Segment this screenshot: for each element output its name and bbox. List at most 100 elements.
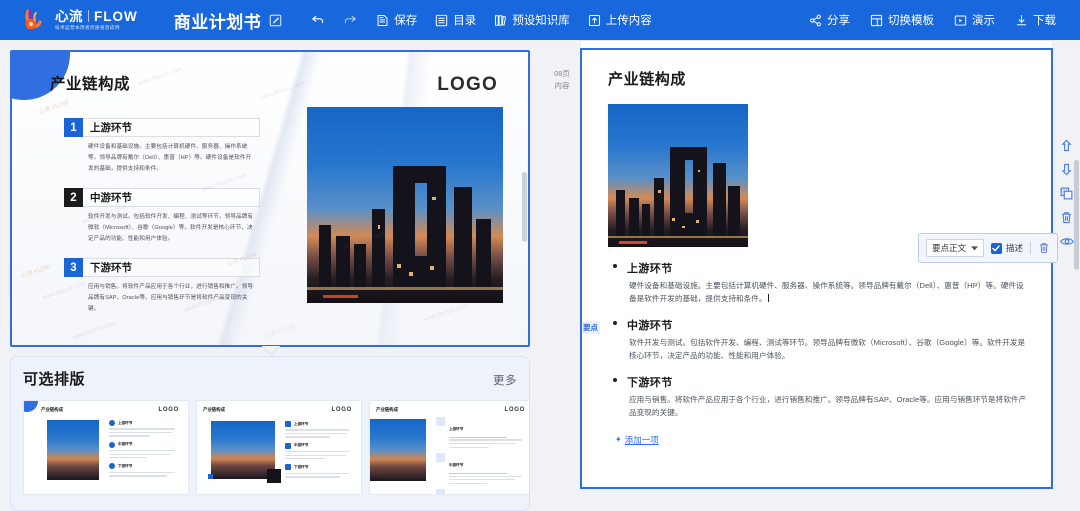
editor-scrollbar[interactable] xyxy=(1074,160,1079,270)
segment-number: 1 xyxy=(64,118,83,137)
slide-segment-3: 3 下游环节 应用与销售。将软件产品应用于各个行业，进行销售和推广。领导品牌有S… xyxy=(64,258,260,315)
move-down-icon[interactable] xyxy=(1059,162,1074,177)
redo-button[interactable] xyxy=(335,10,366,31)
point-heading[interactable]: 中游环节 xyxy=(627,317,1027,333)
thumb-row-heading: 下游环节 xyxy=(294,464,309,469)
preview-eye-icon[interactable] xyxy=(1059,234,1074,249)
page-number: 08页 xyxy=(554,69,570,78)
duplicate-icon[interactable] xyxy=(1059,186,1074,201)
present-button[interactable]: 演示 xyxy=(946,8,1003,32)
thumb-row: 上游环节 xyxy=(436,417,522,449)
thumb-bullet-icon xyxy=(436,489,445,494)
brand-name-cn: 心流 xyxy=(55,8,83,24)
toc-label: 目录 xyxy=(453,15,477,27)
toolbar-divider xyxy=(1030,242,1031,254)
segment-number: 3 xyxy=(64,258,83,277)
paragraph-style-value: 要点正文 xyxy=(931,243,966,253)
paragraph-style-select[interactable]: 要点正文 xyxy=(925,239,984,257)
thumb-image-accent xyxy=(267,469,281,483)
slide-segment-2: 2 中游环节 软件开发与测试。包括软件开发、编程、测试等环节。领导品牌有微软（M… xyxy=(64,188,260,245)
point-heading[interactable]: 下游环节 xyxy=(627,374,1027,390)
editor-slide-image[interactable] xyxy=(608,104,748,247)
segment-header: 2 中游环节 xyxy=(64,188,260,207)
thumb-logo: LOGO xyxy=(504,407,525,413)
thumb-title: 产业链构成 xyxy=(203,407,225,412)
outline-editor-column: 08页 内容 09页 产业链构成 xyxy=(540,40,1080,511)
outline-point-2[interactable]: 要点 中游环节 软件开发与测试。包括软件开发、编程、测试等环节。领导品牌有微软（… xyxy=(582,317,1027,362)
optional-layouts-panel: 可选排版 更多 产业链构成 LOGO 上游环节 中游环节 下游环节 产业链构成 … xyxy=(10,356,530,511)
slide-scrollbar[interactable] xyxy=(522,172,527,242)
slide-title: 产业链构成 xyxy=(50,76,131,93)
share-label: 分享 xyxy=(827,15,850,27)
thumb-row: 下游环节 xyxy=(436,489,522,494)
add-item-label: 添加一项 xyxy=(624,435,659,446)
document-title[interactable]: 商业计划书 xyxy=(174,8,262,33)
upload-content-label: 上传内容 xyxy=(605,15,652,27)
thumb-bullet-icon xyxy=(285,442,291,449)
switch-template-button[interactable]: 切换模板 xyxy=(862,8,942,32)
format-toolbar[interactable]: 要点正文 描述 xyxy=(917,233,1058,263)
outline-point-3[interactable]: 下游环节 应用与销售。将软件产品应用于各个行业，进行销售和推广。领导品牌有SAP… xyxy=(608,374,1027,419)
point-description[interactable]: 硬件设备和基础设施。主要包括计算机硬件、服务器、操作系统等。领导品牌有戴尔（De… xyxy=(627,279,1027,305)
save-label: 保存 xyxy=(394,15,418,27)
bullet-dot-icon xyxy=(613,264,617,268)
point-description[interactable]: 应用与销售。将软件产品应用于各个行业，进行销售和推广。领导品牌有SAP、Orac… xyxy=(627,393,1027,419)
share-button[interactable]: 分享 xyxy=(801,8,858,32)
thumb-bullet-icon xyxy=(109,441,115,448)
thumb-corner-circle xyxy=(24,401,38,412)
download-button[interactable]: 下载 xyxy=(1007,8,1064,32)
description-label: 描述 xyxy=(1005,243,1023,253)
text-cursor xyxy=(767,294,769,303)
layout-thumbnail-1[interactable]: 产业链构成 LOGO 上游环节 中游环节 下游环节 xyxy=(23,400,189,495)
thumb-row-heading: 中游环节 xyxy=(118,442,133,447)
redo-arrow-icon xyxy=(343,14,358,27)
thumb-logo: LOGO xyxy=(331,407,352,413)
segment-number: 2 xyxy=(64,188,83,207)
point-description[interactable]: 软件开发与测试。包括软件开发、编程、测试等环节。领导品牌有微软（Microsof… xyxy=(627,336,1027,362)
books-icon xyxy=(494,14,507,27)
description-checkbox[interactable]: 描述 xyxy=(990,242,1023,254)
template-switch-icon xyxy=(870,14,883,27)
knowledge-base-button[interactable]: 预设知识库 xyxy=(486,8,578,32)
list-outline-icon xyxy=(435,14,448,27)
chevron-down-icon xyxy=(970,243,978,253)
slide-logo-placeholder: LOGO xyxy=(437,74,498,95)
undo-arrow-icon xyxy=(310,14,325,27)
layouts-more-link[interactable]: 更多 xyxy=(493,372,517,388)
thumb-image xyxy=(211,421,275,479)
segment-header: 3 下游环节 xyxy=(64,258,260,277)
segment-label: 上游环节 xyxy=(83,118,260,137)
upload-content-button[interactable]: 上传内容 xyxy=(580,8,660,32)
slide-outline-editor[interactable]: 产业链构成 上游环节 硬件设备和基础设施。主要包括计算机硬件、服务器、操作系统等… xyxy=(580,48,1053,489)
thumb-bullet-icon xyxy=(285,464,291,471)
toc-button[interactable]: 目录 xyxy=(427,8,484,32)
thumb-square-accent xyxy=(208,474,213,479)
move-up-icon[interactable] xyxy=(1059,138,1074,153)
plus-icon: ✦ xyxy=(615,435,622,445)
outline-point-1[interactable]: 上游环节 硬件设备和基础设施。主要包括计算机硬件、服务器、操作系统等。领导品牌有… xyxy=(608,260,1027,305)
thumb-row: 下游环节 xyxy=(109,463,175,477)
panel-connector-caret xyxy=(261,343,281,356)
edit-pencil-icon[interactable] xyxy=(269,14,282,27)
segment-label: 中游环节 xyxy=(83,188,260,207)
upload-box-icon xyxy=(588,14,601,27)
trash-icon[interactable] xyxy=(1038,242,1050,254)
editor-slide-title[interactable]: 产业链构成 xyxy=(608,68,1027,89)
add-item-button[interactable]: ✦ 添加一项 xyxy=(608,434,1027,446)
undo-button[interactable] xyxy=(302,10,333,31)
segment-label: 下游环节 xyxy=(83,258,260,277)
slide-preview-card[interactable]: 产业链构成 LOGO 1 上游环节 硬件设备和基础设施。主要包括计算机硬件、服务… xyxy=(10,50,530,347)
delete-icon[interactable] xyxy=(1059,210,1074,225)
slide-photo xyxy=(307,107,503,303)
slide-segment-1: 1 上游环节 硬件设备和基础设施。主要包括计算机硬件、服务器、操作系统等。领导品… xyxy=(64,118,260,175)
editor-top-strip xyxy=(580,40,1053,48)
segment-body: 软件开发与测试。包括软件开发、编程、测试等环节。领导品牌有微软（Microsof… xyxy=(88,214,254,242)
brand-logo[interactable]: 心流 FLOW 技术运营本周者优质投放成特 xyxy=(22,8,138,32)
layout-thumbnail-2[interactable]: 产业链构成 LOGO 上游环节 中游环节 下游环节 xyxy=(196,400,362,495)
thumb-row-heading: 上游环节 xyxy=(118,420,133,425)
save-button[interactable]: 保存 xyxy=(368,8,425,32)
layout-thumbnail-3[interactable]: 产业链构成 LOGO 上游环节 中游环节 xyxy=(369,400,529,495)
thumb-row: 中游环节 xyxy=(436,453,522,485)
thumb-bullet-icon xyxy=(109,420,115,426)
point-type-badge[interactable]: 要点 xyxy=(582,318,600,336)
